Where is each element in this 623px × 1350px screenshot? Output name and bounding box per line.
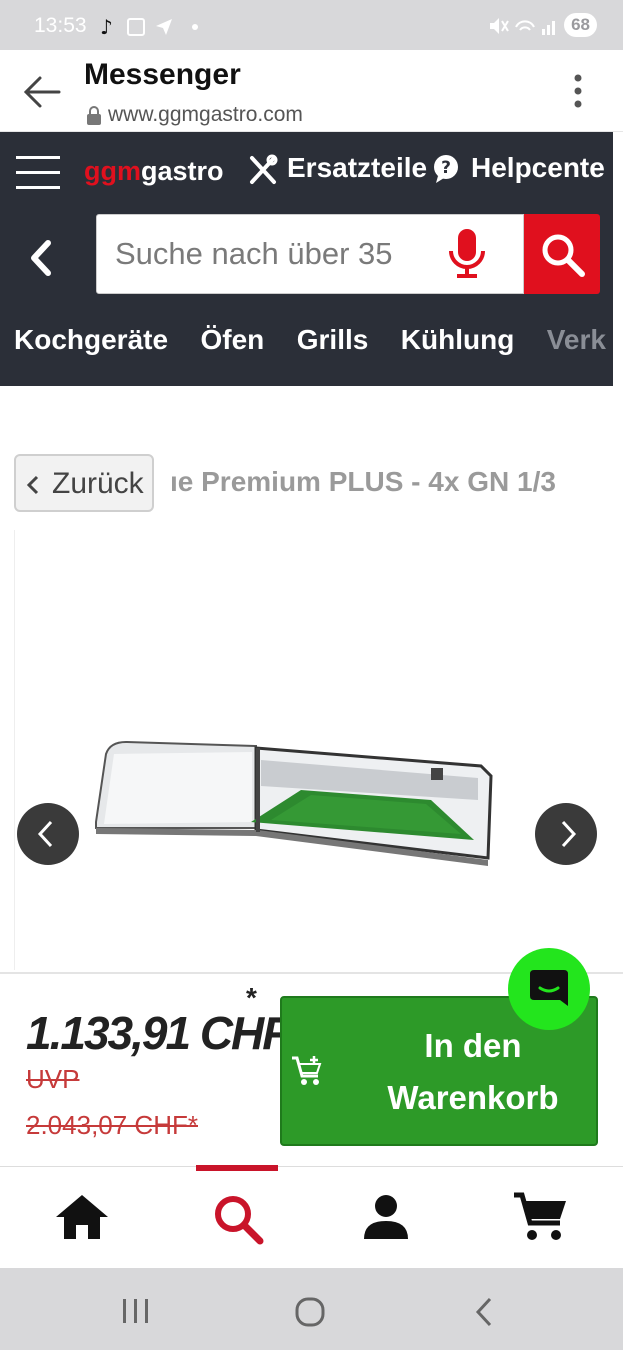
back-button-label: Zurück	[52, 467, 144, 500]
browser-title: Messenger	[84, 58, 241, 91]
system-navigation-bar	[0, 1268, 623, 1350]
category-oefen[interactable]: Öfen	[201, 324, 265, 355]
add-to-cart-label: In den Warenkorb	[348, 1020, 598, 1124]
category-kuehlung[interactable]: Kühlung	[401, 324, 515, 355]
search-button[interactable]	[524, 214, 600, 294]
tools-icon	[250, 154, 278, 184]
category-grills[interactable]: Grills	[297, 324, 369, 355]
gallery-prev-button[interactable]	[17, 803, 79, 865]
category-verkauf[interactable]: Verk	[547, 324, 606, 355]
chat-button[interactable]	[508, 948, 590, 1030]
chevron-left-icon	[26, 475, 39, 495]
product-price: 1.133,91 CHF	[26, 1007, 290, 1059]
add-to-cart-line2: Warenkorb	[387, 1079, 559, 1116]
notification-icons: ♪	[100, 15, 210, 43]
lock-icon	[87, 106, 101, 125]
spare-parts-link[interactable]: Ersatzteile	[287, 152, 427, 184]
helpcenter-link[interactable]: Helpcente	[471, 152, 605, 184]
cart-icon[interactable]	[512, 1191, 568, 1245]
search-input[interactable]	[115, 233, 415, 275]
chevron-right-icon	[561, 820, 577, 848]
product-title-text: ıe Premium PLUS - 4x GN 1/3	[170, 466, 556, 497]
account-icon[interactable]	[362, 1193, 410, 1241]
logo-part-ggm: ggm	[84, 156, 141, 186]
chevron-left-icon	[37, 820, 53, 848]
logo-part-gastro: gastro	[141, 156, 224, 186]
bottom-navigation	[0, 1165, 623, 1268]
category-kochgeraete[interactable]: Kochgeräte	[14, 324, 168, 355]
gallery-next-button[interactable]	[535, 803, 597, 865]
home-circle-icon[interactable]	[294, 1296, 326, 1328]
back-arrow-icon[interactable]	[22, 74, 62, 110]
search-icon	[542, 234, 585, 277]
ggmgastro-logo[interactable]: ggmgastro	[84, 156, 224, 187]
search-icon[interactable]	[212, 1193, 264, 1245]
old-price: 2.043,07 CHF*	[26, 1110, 198, 1140]
microphone-icon[interactable]	[447, 227, 487, 281]
svg-text:♪: ♪	[100, 16, 113, 38]
recent-apps-icon[interactable]	[120, 1298, 152, 1324]
browser-toolbar: Messenger www.ggmgastro.com	[0, 50, 623, 132]
chat-icon	[530, 970, 568, 1006]
chevron-left-icon[interactable]	[26, 238, 56, 278]
category-nav: Kochgeräte Öfen Grills Kühlung Verk	[14, 324, 613, 356]
help-icon: ?	[434, 155, 458, 183]
battery-badge: 68	[564, 13, 597, 37]
home-icon[interactable]	[54, 1193, 110, 1241]
product-image[interactable]	[86, 730, 498, 870]
uvp-label: UVP	[26, 1064, 80, 1094]
svg-text:?: ?	[441, 158, 451, 178]
hamburger-menu-icon[interactable]	[16, 154, 60, 190]
price-asterisk: *	[246, 982, 257, 1013]
browser-url[interactable]: www.ggmgastro.com	[108, 103, 303, 127]
status-time: 13:53	[34, 14, 87, 37]
status-bar: 13:53 ♪ 68	[0, 0, 623, 50]
product-title: ıe Premium PLUS - 4x GN 1/3	[170, 466, 610, 498]
search-box	[96, 214, 524, 294]
active-tab-indicator	[196, 1165, 278, 1171]
back-button[interactable]: Zurück	[14, 454, 154, 512]
system-back-icon[interactable]	[472, 1296, 496, 1328]
site-header: ggmgastro Ersatzteile ? Helpcente Kochge…	[0, 132, 613, 386]
system-indicators: 68	[488, 13, 597, 37]
more-options-icon[interactable]	[570, 72, 586, 112]
gallery-divider	[14, 530, 15, 970]
add-to-cart-icon	[292, 1056, 322, 1085]
